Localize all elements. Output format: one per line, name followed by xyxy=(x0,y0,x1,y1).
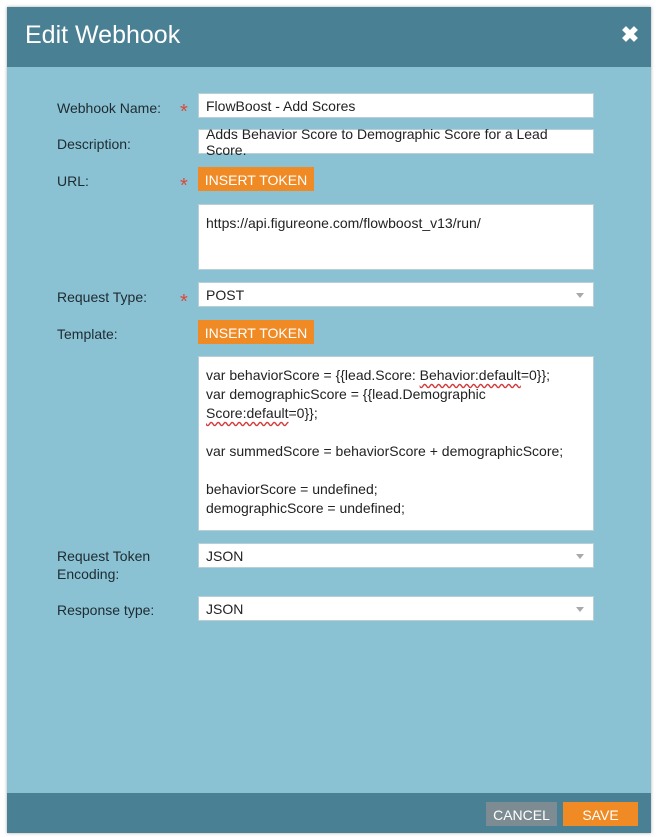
template-blank-line xyxy=(206,461,586,480)
chevron-down-icon xyxy=(576,554,584,559)
request-token-encoding-select[interactable]: JSON xyxy=(198,543,594,568)
template-line: var behaviorScore = {{lead.Score: Behavi… xyxy=(206,367,551,383)
template-line: behaviorScore = undefined; xyxy=(206,481,378,497)
response-type-label: Response type: xyxy=(57,602,155,618)
required-asterisk: * xyxy=(180,175,188,197)
request-token-encoding-value: JSON xyxy=(206,547,244,564)
url-textarea[interactable]: https://api.figureone.com/flowboost_v13/… xyxy=(198,204,594,270)
template-line: var summedScore = behaviorScore + demogr… xyxy=(206,443,564,459)
response-type-value: JSON xyxy=(206,600,244,617)
url-insert-token-button[interactable]: INSERT TOKEN xyxy=(198,167,314,191)
edit-webhook-dialog: Edit Webhook ✖ Webhook Name: * FlowBoost… xyxy=(7,7,651,833)
request-type-value: POST xyxy=(206,286,245,303)
description-input[interactable]: Adds Behavior Score to Demographic Score… xyxy=(198,126,594,158)
dialog-footer: CANCEL SAVE xyxy=(7,793,651,833)
required-asterisk: * xyxy=(180,101,188,123)
request-token-encoding-label: Request Token Encoding: xyxy=(57,547,150,583)
request-type-label: Request Type: xyxy=(57,289,148,305)
webhook-name-value: FlowBoost - Add Scores xyxy=(206,97,356,114)
template-blank-line xyxy=(206,423,586,442)
url-value: https://api.figureone.com/flowboost_v13/… xyxy=(206,215,481,231)
save-button[interactable]: SAVE xyxy=(563,802,638,826)
template-line: var demographicScore = {{lead.Demographi… xyxy=(206,386,486,402)
chevron-down-icon xyxy=(576,607,584,612)
template-label: Template: xyxy=(57,326,118,342)
request-type-select[interactable]: POST xyxy=(198,282,594,307)
description-label: Description: xyxy=(57,136,131,152)
close-icon[interactable]: ✖ xyxy=(619,24,641,46)
label-line: Request Token xyxy=(57,548,151,564)
webhook-name-input[interactable]: FlowBoost - Add Scores xyxy=(198,93,594,118)
label-line: Encoding: xyxy=(57,566,120,582)
dialog-title: Edit Webhook xyxy=(25,21,181,49)
template-insert-token-button[interactable]: INSERT TOKEN xyxy=(198,320,314,344)
chevron-down-icon xyxy=(576,293,584,298)
dialog-header: Edit Webhook ✖ xyxy=(7,7,651,67)
template-line: Score:default=0}}; xyxy=(206,405,318,421)
webhook-name-label: Webhook Name: xyxy=(57,100,162,116)
required-asterisk: * xyxy=(180,291,188,313)
template-textarea[interactable]: var behaviorScore = {{lead.Score: Behavi… xyxy=(198,356,594,531)
cancel-button[interactable]: CANCEL xyxy=(486,802,557,826)
template-line: demographicScore = undefined; xyxy=(206,500,405,516)
url-label: URL: xyxy=(57,173,89,189)
description-value: Adds Behavior Score to Demographic Score… xyxy=(206,125,548,158)
response-type-select[interactable]: JSON xyxy=(198,596,594,621)
